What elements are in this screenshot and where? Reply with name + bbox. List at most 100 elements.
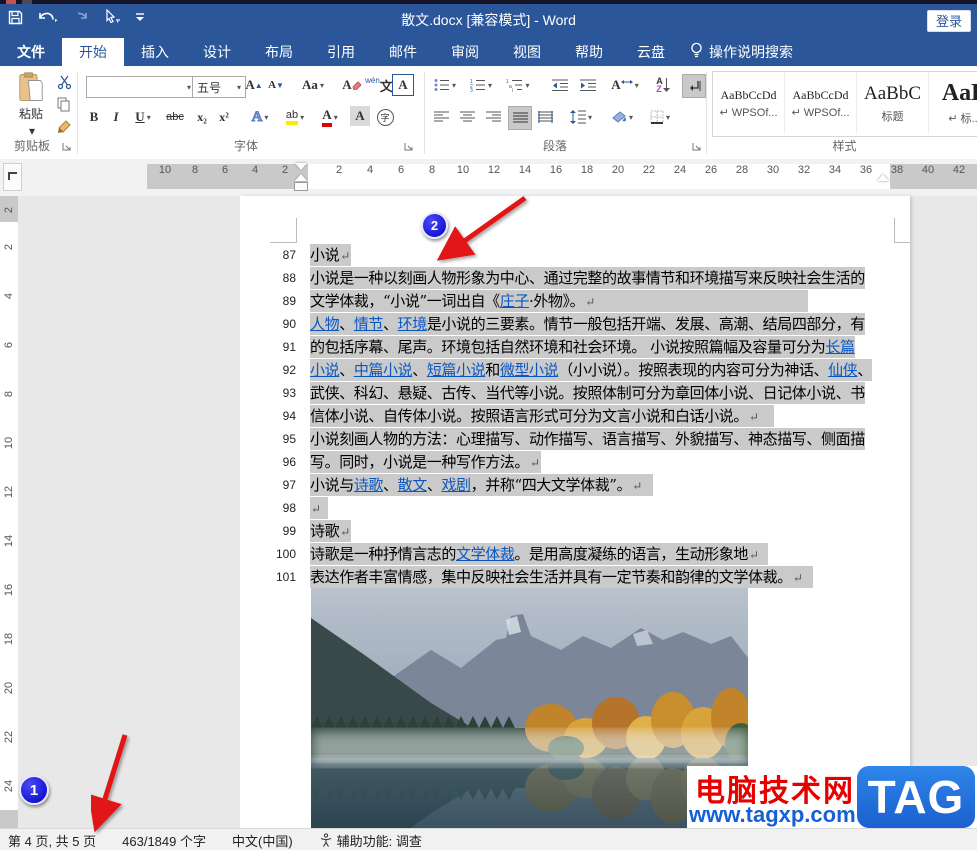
font-size-combo[interactable]: 五号 ▾ — [192, 76, 246, 98]
bold-button[interactable]: B — [86, 106, 102, 128]
hyperlink[interactable]: 庄子 — [500, 292, 530, 310]
doc-line[interactable]: 99 诗歌↵ — [240, 520, 910, 542]
cut-button[interactable] — [54, 72, 74, 92]
doc-line[interactable]: 90 人物、情节、环境是小说的三要素。情节一般包括开端、发展、高潮、结局四部分，有 — [240, 313, 910, 335]
tell-me-box[interactable]: 操作说明搜索 — [690, 38, 793, 66]
hyperlink[interactable]: 环境 — [398, 315, 428, 333]
doc-line[interactable]: 101 表达作者丰富情感，集中反映社会生活并具有一定节奏和韵律的文学体裁。↵ — [240, 566, 910, 588]
right-indent-marker[interactable] — [877, 174, 889, 181]
tab-selector[interactable] — [3, 163, 22, 191]
tab-插入[interactable]: 插入 — [124, 38, 186, 66]
font-color-button[interactable]: A ▾ — [316, 106, 344, 128]
copy-button[interactable] — [54, 94, 74, 114]
strikethrough-button[interactable]: abc — [162, 106, 188, 128]
clipboard-dialog-launcher[interactable] — [62, 140, 72, 151]
align-right-button[interactable] — [482, 106, 504, 128]
login-button[interactable]: 登录 — [927, 10, 971, 32]
highlight-color-button[interactable]: ab ▾ — [280, 106, 310, 128]
tab-帮助[interactable]: 帮助 — [558, 38, 620, 66]
language-indicator[interactable]: 中文(中国) — [232, 831, 293, 850]
change-case-button[interactable]: Aa ▾ — [296, 74, 330, 96]
left-indent-marker[interactable] — [294, 182, 308, 191]
hyperlink[interactable]: 散文 — [398, 476, 428, 494]
word-count[interactable]: 463/1849 个字 — [122, 831, 206, 850]
doc-line[interactable]: 100 诗歌是一种抒情言志的文学体裁。是用高度凝练的语言，生动形象地↵ — [240, 543, 910, 565]
hyperlink[interactable]: 中篇小说 — [354, 361, 413, 379]
hyperlink[interactable]: 诗歌 — [354, 476, 384, 494]
undo-icon[interactable] — [37, 10, 59, 25]
tab-file[interactable]: 文件 — [0, 38, 62, 66]
doc-line[interactable]: 92 小说、中篇小说、短篇小说和微型小说（小小说）。按照表现的内容可分为神话、仙侠… — [240, 359, 910, 381]
pinyin-guide-button[interactable]: wén 文 — [365, 74, 393, 96]
hyperlink[interactable]: 戏剧 — [441, 476, 471, 494]
mouse-mode-icon[interactable] — [103, 9, 121, 25]
character-border-button[interactable]: A — [392, 74, 414, 96]
hyperlink[interactable]: 微型小说 — [500, 361, 559, 379]
doc-line[interactable]: 94 信体小说、自传体小说。按照语言形式可分为文言小说和白话小说。↵ — [240, 405, 910, 427]
shading-button[interactable]: ▾ — [606, 106, 638, 128]
number-list-button[interactable]: 1 2 3 ▾ — [466, 74, 496, 96]
character-shading-button[interactable]: A — [350, 106, 370, 126]
format-painter-button[interactable] — [54, 116, 74, 136]
enclose-characters-button[interactable]: 字 — [374, 106, 396, 128]
style-item[interactable]: AaBbC 标题 — [857, 72, 929, 134]
doc-line[interactable]: 87 小说↵ — [240, 244, 910, 266]
multilevel-list-button[interactable]: 1 a i ▾ — [502, 74, 534, 96]
first-line-indent-marker[interactable] — [295, 163, 307, 170]
tab-布局[interactable]: 布局 — [248, 38, 310, 66]
doc-line[interactable]: 96 写。同时，小说是一种写作方法。↵ — [240, 451, 910, 473]
accessibility-status[interactable]: 辅助功能: 调查 — [319, 831, 422, 850]
hyperlink[interactable]: 人物 — [310, 315, 340, 333]
sort-button[interactable]: AZ — [650, 74, 676, 96]
hyperlink[interactable]: 文学体裁 — [456, 545, 515, 563]
paragraph-dialog-launcher[interactable] — [692, 140, 702, 151]
doc-line[interactable]: 97 小说与诗歌、散文、戏剧，并称“四大文学体裁”。↵ — [240, 474, 910, 496]
save-icon[interactable] — [8, 10, 23, 25]
hyperlink[interactable]: 情节 — [354, 315, 384, 333]
font-name-combo[interactable]: ▾ — [86, 76, 196, 98]
line-spacing-button[interactable]: ▾ — [564, 106, 598, 128]
align-left-button[interactable] — [430, 106, 452, 128]
hyperlink[interactable]: 仙侠 — [828, 361, 858, 379]
underline-button[interactable]: U ▾ — [130, 106, 156, 128]
doc-line[interactable]: 89 文学体裁，“小说”一词出自《庄子·外物》。↵ — [240, 290, 910, 312]
doc-line[interactable]: 91 的包括序幕、尾声。环境包括自然环境和社会环境。 小说按照篇幅及容量可分为长篇 — [240, 336, 910, 358]
redo-icon[interactable] — [73, 10, 89, 25]
italic-button[interactable]: I — [108, 106, 124, 128]
grow-font-button[interactable]: A ▲ — [244, 74, 264, 96]
document-page[interactable]: 87 小说↵ 88 小说是一种以刻画人物形象为中心、通过完整的故事情节和环境描写来反映… — [240, 196, 910, 828]
bullet-list-button[interactable]: ▾ — [430, 74, 460, 96]
horizontal-ruler[interactable]: 10 8 6 4 2 2 4 6 8 10 12 14 16 18 20 22 24 26 28 30 32 34 36 38… — [0, 159, 977, 196]
vertical-ruler[interactable]: 2 2 4 6 8 10 12 14 16 18 20 22 24 — [0, 196, 18, 828]
tab-云盘[interactable]: 云盘 — [620, 38, 682, 66]
distribute-button[interactable] — [534, 106, 556, 128]
style-item[interactable]: AaB ↵ 标... — [929, 72, 977, 134]
style-item[interactable]: AaBbCcDd ↵ WPSOf... — [785, 72, 857, 134]
hanging-indent-marker[interactable] — [295, 174, 307, 181]
align-center-button[interactable] — [456, 106, 478, 128]
borders-button[interactable]: ▾ — [644, 106, 676, 128]
superscript-button[interactable]: x² — [214, 106, 234, 128]
hyperlink[interactable]: 短篇小说 — [427, 361, 486, 379]
doc-line[interactable]: 93 武侠、科幻、悬疑、古传、当代等小说。按照体制可分为章回体小说、日记体小说、书 — [240, 382, 910, 404]
decrease-indent-button[interactable] — [548, 74, 572, 96]
tab-引用[interactable]: 引用 — [310, 38, 372, 66]
tab-邮件[interactable]: 邮件 — [372, 38, 434, 66]
paste-button[interactable]: 粘贴 ▾ — [8, 72, 54, 138]
font-dialog-launcher[interactable] — [404, 140, 414, 151]
text-effects-button[interactable]: A ▾ — [246, 106, 274, 128]
doc-line[interactable]: 98 ↵ — [240, 497, 910, 519]
doc-line[interactable]: 88 小说是一种以刻画人物形象为中心、通过完整的故事情节和环境描写来反映社会生活的 — [240, 267, 910, 289]
customize-qat-icon[interactable] — [135, 10, 145, 24]
shrink-font-button[interactable]: A ▼ — [266, 74, 286, 96]
hyperlink[interactable]: 小说 — [310, 361, 340, 379]
doc-line[interactable]: 95 小说刻画人物的方法：心理描写、动作描写、语言描写、外貌描写、神态描写、侧面描 — [240, 428, 910, 450]
justify-button[interactable] — [508, 106, 532, 130]
hyperlink[interactable]: 长篇 — [825, 338, 855, 356]
page-indicator[interactable]: 第 4 页, 共 5 页 — [8, 831, 96, 850]
tab-视图[interactable]: 视图 — [496, 38, 558, 66]
increase-indent-button[interactable] — [576, 74, 600, 96]
style-item[interactable]: AaBbCcDd ↵ WPSOf... — [713, 72, 785, 134]
show-hide-marks-button[interactable] — [682, 74, 706, 98]
subscript-button[interactable]: x₂ — [192, 106, 212, 128]
